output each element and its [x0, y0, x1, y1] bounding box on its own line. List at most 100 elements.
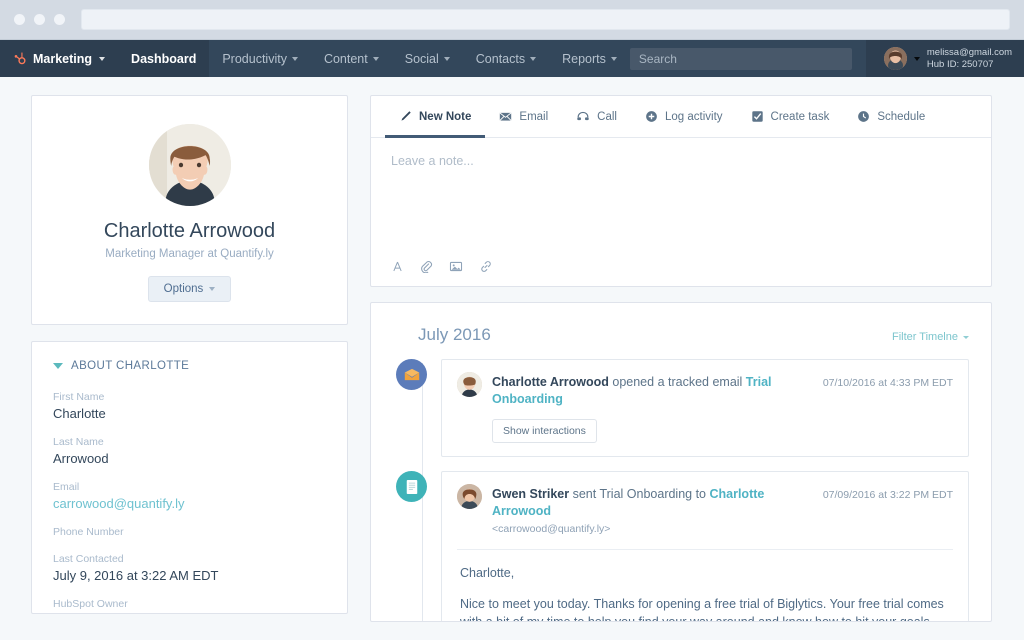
checkbox-icon [751, 111, 763, 122]
contact-name: Charlotte Arrowood [103, 220, 276, 242]
timeline-action: opened a tracked email [608, 375, 746, 389]
show-interactions-button[interactable]: Show interactions [492, 419, 597, 443]
user-email: melissa@gmail.com [926, 46, 1013, 58]
search-input[interactable] [629, 47, 852, 70]
field-label: Last Contacted [53, 553, 124, 565]
triangle-down-icon [53, 363, 63, 369]
about-header[interactable]: ABOUT CHARLOTTE [53, 360, 326, 372]
tab-log-activity[interactable]: Log activity [631, 96, 737, 138]
timeline-date: 07/09/2016 at 3:22 PM EDT [822, 489, 953, 501]
nav-item-productivity[interactable]: Productivity [209, 40, 311, 77]
field-phone-number: Phone Number [53, 526, 326, 538]
filter-timeline-label: Filter Timelne [891, 331, 958, 343]
timeline-recipient-email: <carrowood@quantify.ly> [492, 523, 611, 535]
composer-tabs: New Note Email Call Log activity Create … [371, 96, 991, 138]
link-icon[interactable] [479, 260, 493, 273]
tab-new-note[interactable]: New Note [385, 96, 486, 138]
avatar [457, 372, 482, 397]
contact-sidebar: Charlotte Arrowood Marketing Manager at … [31, 95, 348, 640]
timeline-event-text: Gwen Striker sent Trial Onboarding to Ch… [492, 484, 813, 538]
user-photo-icon [457, 484, 482, 509]
main-content: New Note Email Call Log activity Create … [370, 95, 992, 640]
tab-label: Email [519, 110, 549, 123]
tab-label: Log activity [664, 110, 723, 123]
message-paragraph: Charlotte, [460, 566, 515, 580]
options-button[interactable]: Options [147, 276, 232, 302]
window-minimize-dot[interactable] [34, 14, 45, 25]
brand-marketing-menu[interactable]: Marketing [0, 40, 119, 77]
note-toolbar [371, 256, 991, 286]
tab-create-task[interactable]: Create task [737, 96, 844, 138]
nav-item-label: Reports [562, 51, 606, 66]
nav-item-dashboard[interactable]: Dashboard [118, 40, 210, 77]
note-input-area[interactable]: Leave a note... [371, 138, 991, 256]
chevron-down-icon [443, 56, 450, 61]
envelope-icon [499, 112, 512, 121]
filter-timeline-button[interactable]: Filter Timelne [892, 331, 969, 343]
brand-label: Marketing [33, 51, 93, 66]
chevron-down-icon [99, 56, 106, 61]
main-navigation: Marketing Dashboard Productivity Content… [0, 40, 1024, 77]
timeline-event-email-open: Charlotte Arrowood opened a tracked emai… [371, 359, 991, 457]
email-badge-icon [396, 359, 427, 390]
timeline-month: July 2016 [418, 325, 491, 344]
timeline-row: Gwen Striker sent Trial Onboarding to Ch… [442, 472, 968, 549]
about-header-label: ABOUT CHARLOTTE [71, 360, 190, 372]
field-first-name: First Name Charlotte [53, 391, 326, 421]
field-value[interactable]: Charlotte [53, 406, 326, 421]
field-label: First Name [53, 391, 105, 403]
field-label: Email [53, 481, 80, 493]
nav-item-label: Contacts [475, 51, 526, 66]
text-format-icon[interactable] [391, 260, 404, 273]
timeline-actor: Gwen Striker [492, 487, 570, 501]
nav-item-social[interactable]: Social [392, 40, 463, 77]
tab-schedule[interactable]: Schedule [843, 96, 939, 138]
tab-label: Call [597, 110, 617, 123]
chevron-down-icon [372, 56, 379, 61]
contact-photo-icon [457, 372, 482, 397]
tab-label: New Note [419, 110, 472, 123]
plus-circle-icon [646, 111, 657, 122]
field-label: Phone Number [53, 526, 124, 538]
nav-item-label: Content [323, 51, 368, 66]
timeline-row: Charlotte Arrowood opened a tracked emai… [442, 360, 968, 419]
activity-composer: New Note Email Call Log activity Create … [370, 95, 992, 287]
chevron-down-icon [291, 56, 298, 61]
address-bar[interactable] [81, 9, 1010, 30]
user-photo-icon [883, 47, 907, 70]
chevron-down-icon [530, 56, 537, 61]
message-paragraph: Nice to meet you today. Thanks for openi… [460, 597, 944, 622]
contact-profile-card: Charlotte Arrowood Marketing Manager at … [31, 95, 348, 325]
note-placeholder: Leave a note... [391, 154, 474, 168]
window-maximize-dot[interactable] [54, 14, 65, 25]
field-value-email-link[interactable]: carrowood@quantify.ly [53, 496, 326, 511]
timeline-event-email-sent: Gwen Striker sent Trial Onboarding to Ch… [371, 471, 991, 622]
tab-email[interactable]: Email [485, 96, 562, 138]
avatar [883, 47, 907, 70]
tab-label: Create task [770, 110, 830, 123]
chevron-down-icon [913, 56, 920, 61]
image-icon[interactable] [449, 260, 463, 273]
phone-icon [577, 111, 589, 121]
nav-item-content[interactable]: Content [311, 40, 392, 77]
chevron-down-icon [610, 56, 617, 61]
user-info: melissa@gmail.com Hub ID: 250707 [927, 47, 1012, 71]
window-close-dot[interactable] [14, 14, 25, 25]
user-account-menu[interactable]: melissa@gmail.com Hub ID: 250707 [865, 40, 1024, 77]
nav-item-label: Productivity [222, 51, 287, 66]
nav-item-reports[interactable]: Reports [549, 40, 630, 77]
nav-item-contacts[interactable]: Contacts [463, 40, 549, 77]
timeline-date: 07/10/2016 at 4:33 PM EDT [822, 377, 953, 389]
field-value[interactable]: Arrowood [53, 451, 326, 466]
chevron-down-icon [209, 287, 216, 291]
timeline-header: July 2016 Filter Timelne [371, 303, 991, 359]
nav-item-label: Dashboard [131, 51, 197, 66]
field-last-name: Last Name Arrowood [53, 436, 326, 466]
contact-avatar [148, 124, 231, 206]
field-value[interactable]: July 9, 2016 at 3:22 AM EDT [53, 568, 326, 583]
timeline-message-body: Charlotte, Nice to meet you today. Thank… [442, 550, 968, 622]
clock-icon [858, 111, 870, 122]
paperclip-icon[interactable] [420, 260, 433, 273]
field-last-contacted: Last Contacted July 9, 2016 at 3:22 AM E… [53, 553, 326, 583]
tab-call[interactable]: Call [562, 96, 631, 138]
